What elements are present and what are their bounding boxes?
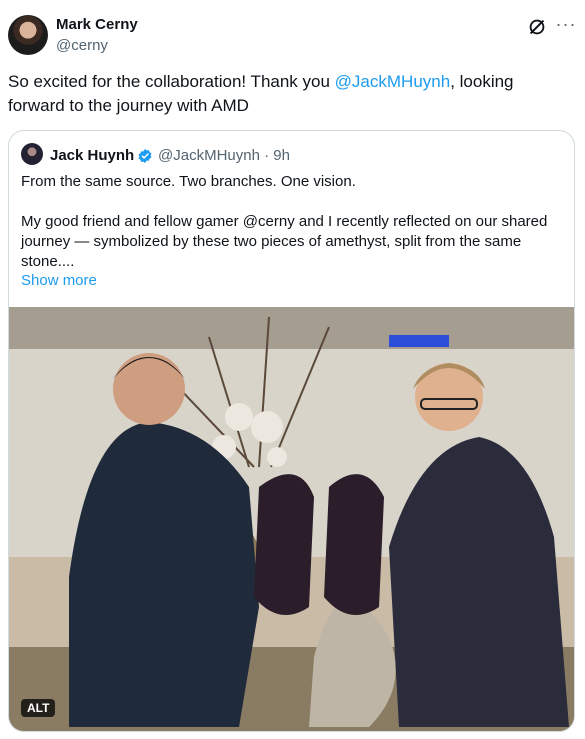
verified-badge-icon: [138, 149, 152, 163]
author-name[interactable]: Mark Cerny: [56, 16, 138, 33]
more-icon[interactable]: ···: [553, 14, 579, 40]
author-handle[interactable]: @cerny: [56, 37, 108, 54]
tweet-text: So excited for the collaboration! Thank …: [8, 70, 568, 118]
grok-icon[interactable]: [526, 16, 548, 38]
quoted-author-avatar[interactable]: [21, 143, 43, 165]
author-avatar[interactable]: [8, 15, 48, 55]
show-more-link[interactable]: Show more: [21, 272, 97, 289]
quoted-author-name[interactable]: Jack Huynh: [50, 147, 134, 164]
quoted-photo[interactable]: [9, 307, 574, 731]
quoted-text: From the same source. Two branches. One …: [21, 172, 561, 272]
mention-link[interactable]: @JackMHuynh: [335, 72, 451, 91]
quoted-author-handle[interactable]: @JackMHuynh: [158, 147, 260, 164]
alt-text-badge[interactable]: ALT: [21, 699, 56, 717]
quoted-tweet-card[interactable]: Jack Huynh @JackMHuynh · 9h From the sam…: [8, 130, 575, 732]
tweet-text-part: So excited for the collaboration! Thank …: [8, 72, 335, 91]
quoted-paragraph: From the same source. Two branches. One …: [21, 173, 356, 190]
quoted-paragraph: My good friend and fellow gamer @cerny a…: [21, 213, 548, 270]
quoted-meta: @JackMHuynh · 9h: [158, 147, 290, 164]
quoted-timestamp[interactable]: 9h: [273, 147, 290, 164]
